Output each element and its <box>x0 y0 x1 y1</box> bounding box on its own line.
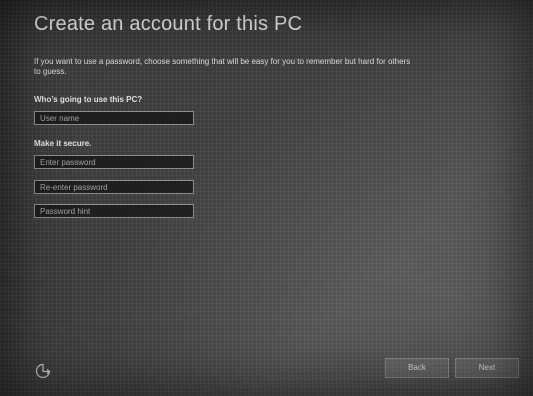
password-hint-field[interactable] <box>34 204 194 218</box>
security-section-label: Make it secure. <box>34 139 92 148</box>
password-field[interactable] <box>34 155 194 169</box>
username-field[interactable] <box>34 111 194 125</box>
setup-screen: Create an account for this PC If you wan… <box>0 0 533 396</box>
page-title: Create an account for this PC <box>34 13 303 35</box>
intro-text: If you want to use a password, choose so… <box>34 57 411 76</box>
user-section-label: Who’s going to use this PC? <box>34 95 143 104</box>
ease-of-access-icon[interactable] <box>34 362 52 380</box>
reenter-password-field[interactable] <box>34 180 194 194</box>
next-button[interactable]: Next <box>455 358 519 378</box>
back-button[interactable]: Back <box>385 358 449 378</box>
